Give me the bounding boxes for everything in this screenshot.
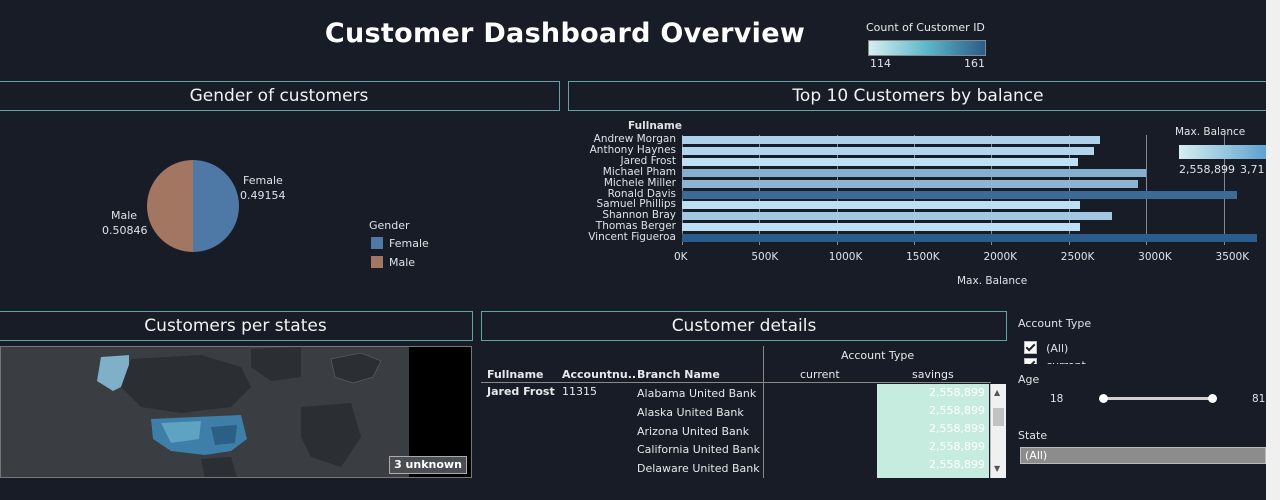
balance-bar[interactable]: [682, 146, 1094, 155]
row-savings: 2,558,899: [877, 402, 989, 420]
table-scrollbar[interactable]: ▲ ▼: [990, 384, 1006, 478]
count-legend-max: 161: [964, 57, 985, 70]
balance-bar[interactable]: [682, 201, 1080, 210]
top10-panel-header: Top 10 Customers by balance: [568, 81, 1268, 111]
row-savings: 2,558,899: [877, 384, 989, 402]
pie-label-female: Female: [243, 174, 283, 187]
balance-bar[interactable]: [682, 212, 1113, 221]
row-savings: 2,558,899: [877, 456, 989, 478]
balance-bar[interactable]: [682, 190, 1238, 199]
count-legend-title: Count of Customer ID: [866, 21, 985, 34]
x-tick-label: 2000K: [983, 251, 1018, 263]
pie-slice-female: [193, 160, 239, 252]
row-branch: Alaska United Bank: [637, 406, 744, 419]
count-legend-min: 114: [870, 57, 891, 70]
x-tick-label: 1500K: [906, 251, 940, 263]
row-branch: Delaware United Bank: [637, 462, 760, 475]
age-filter-label: Age: [1018, 373, 1040, 386]
gender-panel-header: Gender of customers: [0, 81, 560, 111]
account-type-group-header: Account Type: [841, 349, 915, 362]
legend-swatch-male: [371, 256, 383, 268]
row-branch: California United Bank: [637, 443, 760, 456]
row-branch: Alabama United Bank: [637, 387, 757, 400]
legend-label-female[interactable]: Female: [389, 237, 429, 250]
pie-label-male: Male: [111, 209, 138, 222]
x-tick-label: 2500K: [1060, 251, 1095, 263]
row-accountnum: 11315: [562, 385, 597, 398]
balance-bar[interactable]: [682, 234, 1258, 243]
legend-swatch-female: [371, 237, 383, 249]
top10-row-header: Fullname: [628, 120, 682, 132]
page-scrollbar[interactable]: [1266, 0, 1280, 500]
x-tick-label: 1000K: [828, 251, 863, 263]
age-slider-min-handle[interactable]: [1099, 394, 1108, 403]
map-panel-header: Customers per states: [0, 311, 473, 341]
balance-bar[interactable]: [682, 157, 1078, 166]
row-savings: 2,558,899: [877, 420, 989, 438]
x-tick-label: 500K: [751, 251, 779, 263]
scroll-down-icon[interactable]: ▼: [994, 464, 1000, 473]
balance-legend-gradient: [1179, 145, 1269, 159]
col-header-branch[interactable]: Branch Name: [637, 368, 720, 381]
row-branch: Arizona United Bank: [637, 425, 750, 438]
col-header-fullname[interactable]: Fullname: [487, 368, 544, 381]
state-filter-label: State: [1018, 429, 1048, 442]
checkbox-icon[interactable]: [1024, 358, 1037, 364]
count-legend-gradient: [868, 40, 986, 56]
balance-legend-max: 3,71: [1240, 163, 1265, 176]
pie-slice-male: [147, 160, 193, 252]
gender-legend-title: Gender: [369, 219, 410, 232]
age-min-value: 18: [1050, 393, 1064, 405]
table-divider: [763, 346, 764, 478]
gender-pie[interactable]: [145, 158, 241, 254]
age-slider-max-handle[interactable]: [1208, 394, 1217, 403]
details-panel-header: Customer details: [481, 311, 1007, 341]
account-type-filter-label: Account Type: [1018, 317, 1092, 330]
age-max-value: 81: [1252, 393, 1266, 405]
balance-legend-min: 2,558,899: [1179, 163, 1235, 176]
top10-xlabel: Max. Balance: [957, 275, 1028, 287]
checkbox-icon[interactable]: [1024, 341, 1037, 354]
col-header-savings[interactable]: savings: [912, 368, 954, 381]
state-dropdown[interactable]: (All): [1020, 447, 1266, 464]
account-type-option-current[interactable]: current: [1024, 354, 1086, 364]
header-rule: [481, 382, 991, 383]
col-header-accountnum[interactable]: Accountnu..: [562, 368, 636, 381]
balance-bar[interactable]: [682, 223, 1080, 232]
x-tick-label: 0K: [674, 251, 688, 263]
legend-label-male[interactable]: Male: [389, 256, 415, 269]
pie-value-male: 0.50846: [102, 224, 148, 237]
balance-bar[interactable]: [682, 179, 1139, 188]
x-tick-label: 3000K: [1138, 251, 1172, 263]
x-tick-label: 3500K: [1215, 251, 1250, 263]
scroll-thumb[interactable]: [993, 408, 1004, 426]
scroll-up-icon[interactable]: ▲: [994, 388, 1000, 397]
row-savings: 2,558,899: [877, 438, 989, 456]
unknown-badge[interactable]: 3 unknown: [389, 456, 467, 474]
age-slider-track[interactable]: [1103, 397, 1213, 400]
col-header-current[interactable]: current: [800, 368, 840, 381]
balance-bar[interactable]: [682, 168, 1147, 177]
balance-bar[interactable]: [682, 136, 1100, 144]
row-fullname: Jared Frost: [487, 385, 555, 398]
bar-category-label[interactable]: Vincent Figueroa: [588, 231, 676, 243]
balance-legend-title: Max. Balance: [1175, 126, 1246, 138]
pie-value-female: 0.49154: [240, 189, 286, 202]
